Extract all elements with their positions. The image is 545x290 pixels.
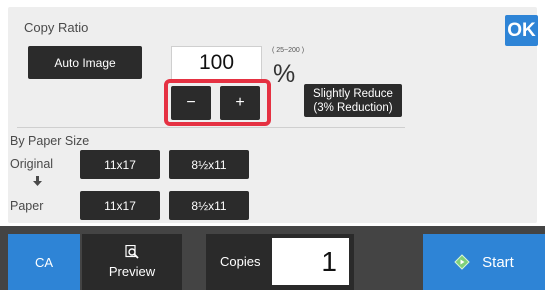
clear-all-button[interactable]: CA xyxy=(8,234,80,290)
ratio-range-label: ( 25~200 ) xyxy=(272,47,305,54)
preview-button[interactable]: Preview xyxy=(82,234,182,290)
ok-button[interactable]: OK xyxy=(505,15,538,46)
start-label: Start xyxy=(482,253,514,271)
reduction-amount-label: (3% Reduction) xyxy=(313,101,393,114)
by-paper-size-label: By Paper Size xyxy=(10,134,90,148)
preview-label: Preview xyxy=(108,264,156,279)
paper-size-11x17-button[interactable]: 11x17 xyxy=(80,191,160,220)
diamond-start-icon xyxy=(454,254,470,270)
paper-label: Paper xyxy=(10,199,44,213)
magnifier-document-icon xyxy=(125,244,139,262)
slightly-reduce-button[interactable]: Slightly Reduce (3% Reduction) xyxy=(304,84,402,117)
arrow-down-icon xyxy=(33,176,42,189)
decrease-button[interactable]: − xyxy=(171,86,211,120)
auto-image-button[interactable]: Auto Image xyxy=(28,46,142,79)
start-button[interactable]: Start xyxy=(423,234,545,290)
original-size-11x17-button[interactable]: 11x17 xyxy=(80,150,160,179)
increase-button[interactable]: + xyxy=(220,86,260,120)
ratio-input[interactable]: 100 xyxy=(171,46,262,80)
slightly-reduce-label: Slightly Reduce xyxy=(313,87,393,100)
copies-label: Copies xyxy=(220,254,261,269)
original-label: Original xyxy=(10,157,54,171)
original-size-letter-button[interactable]: 8½x11 xyxy=(169,150,249,179)
section-divider xyxy=(17,127,405,128)
percent-unit: % xyxy=(273,60,296,88)
copies-control: Copies 1 xyxy=(206,234,354,290)
paper-size-letter-button[interactable]: 8½x11 xyxy=(169,191,249,220)
panel-title: Copy Ratio xyxy=(24,20,89,35)
copies-input[interactable]: 1 xyxy=(272,238,349,285)
